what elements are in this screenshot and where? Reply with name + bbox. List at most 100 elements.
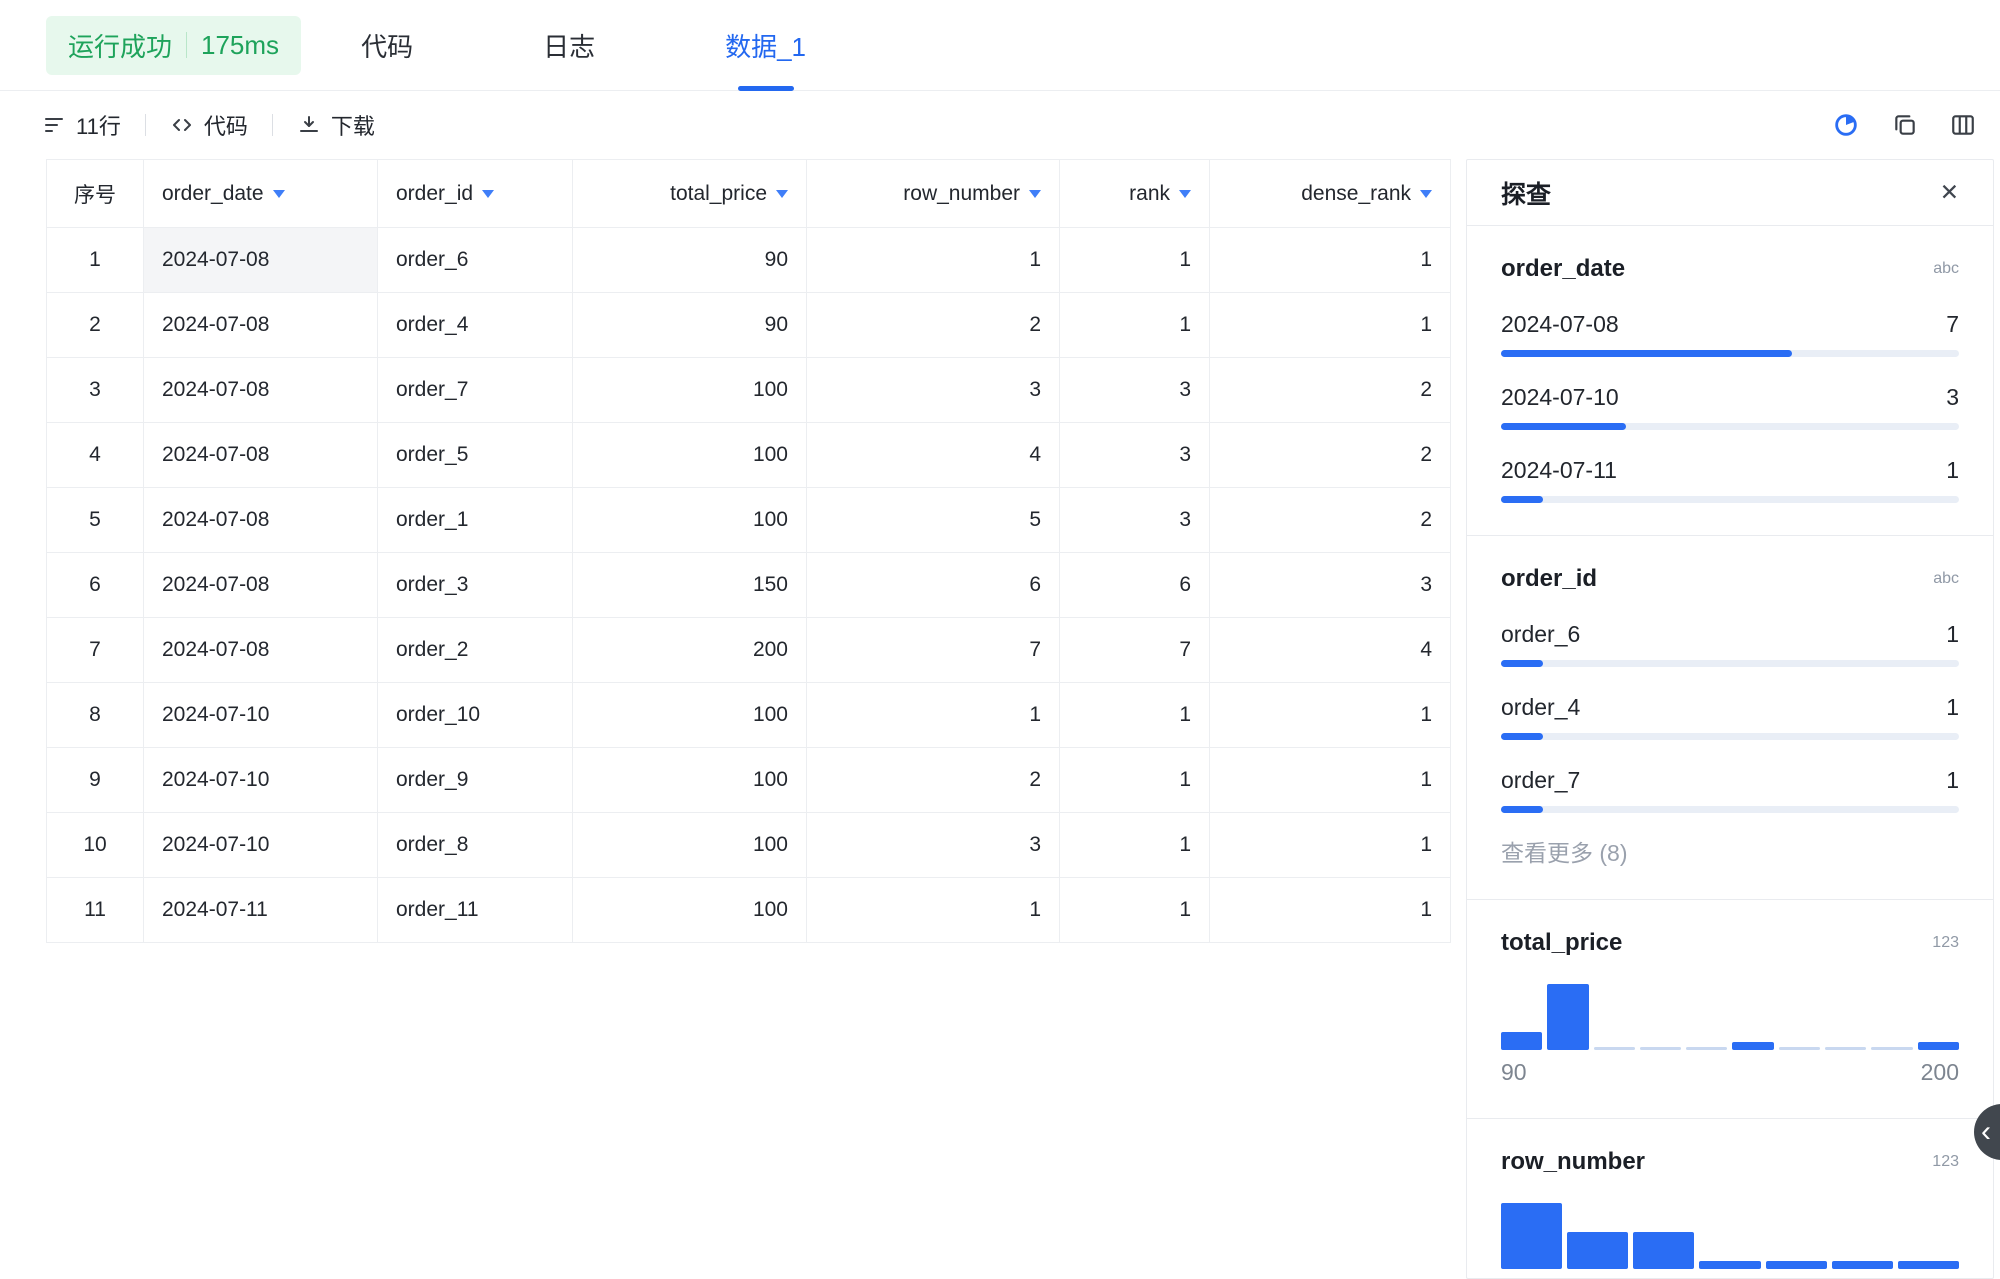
cell-total_price[interactable]: 100	[573, 748, 807, 813]
insight-chart-icon[interactable]	[1832, 111, 1860, 139]
cell-total_price[interactable]: 90	[573, 228, 807, 293]
cell-rank[interactable]: 1	[1060, 683, 1210, 748]
cell-row_number[interactable]: 1	[807, 228, 1060, 293]
cell-seq[interactable]: 8	[47, 683, 144, 748]
category-item[interactable]: order_61	[1501, 620, 1959, 667]
cell-rank[interactable]: 1	[1060, 813, 1210, 878]
cell-seq[interactable]: 2	[47, 293, 144, 358]
cell-dense_rank[interactable]: 1	[1210, 878, 1451, 943]
cell-seq[interactable]: 10	[47, 813, 144, 878]
cell-order_id[interactable]: order_9	[378, 748, 573, 813]
cell-order_id[interactable]: order_4	[378, 293, 573, 358]
cell-rank[interactable]: 1	[1060, 878, 1210, 943]
cell-order_id[interactable]: order_5	[378, 423, 573, 488]
cell-rank[interactable]: 6	[1060, 553, 1210, 618]
sort-caret-icon[interactable]	[1029, 190, 1041, 198]
close-icon[interactable]: ✕	[1940, 179, 1959, 206]
cell-order_id[interactable]: order_3	[378, 553, 573, 618]
cell-order_date[interactable]: 2024-07-08	[144, 488, 378, 553]
cell-order_date[interactable]: 2024-07-08	[144, 618, 378, 683]
download-button[interactable]: 下载	[297, 109, 375, 141]
cell-order_id[interactable]: order_8	[378, 813, 573, 878]
category-item[interactable]: 2024-07-103	[1501, 383, 1959, 430]
cell-order_id[interactable]: order_1	[378, 488, 573, 553]
cell-order_date[interactable]: 2024-07-10	[144, 748, 378, 813]
cell-order_date[interactable]: 2024-07-10	[144, 683, 378, 748]
cell-dense_rank[interactable]: 2	[1210, 488, 1451, 553]
sort-caret-icon[interactable]	[776, 190, 788, 198]
column-header-row_number[interactable]: row_number	[807, 160, 1060, 228]
cell-dense_rank[interactable]: 2	[1210, 423, 1451, 488]
cell-order_date[interactable]: 2024-07-08	[144, 358, 378, 423]
cell-rank[interactable]: 3	[1060, 488, 1210, 553]
cell-dense_rank[interactable]: 2	[1210, 358, 1451, 423]
column-header-order_id[interactable]: order_id	[378, 160, 573, 228]
cell-seq[interactable]: 3	[47, 358, 144, 423]
cell-order_date[interactable]: 2024-07-10	[144, 813, 378, 878]
cell-order_date[interactable]: 2024-07-08	[144, 423, 378, 488]
cell-order_id[interactable]: order_10	[378, 683, 573, 748]
cell-total_price[interactable]: 100	[573, 423, 807, 488]
cell-seq[interactable]: 4	[47, 423, 144, 488]
sort-caret-icon[interactable]	[273, 190, 285, 198]
cell-dense_rank[interactable]: 1	[1210, 813, 1451, 878]
category-item[interactable]: 2024-07-111	[1501, 456, 1959, 503]
cell-total_price[interactable]: 100	[573, 813, 807, 878]
cell-total_price[interactable]: 100	[573, 683, 807, 748]
cell-seq[interactable]: 9	[47, 748, 144, 813]
cell-rank[interactable]: 3	[1060, 358, 1210, 423]
category-item[interactable]: order_41	[1501, 693, 1959, 740]
cell-order_id[interactable]: order_11	[378, 878, 573, 943]
code-button[interactable]: 代码	[170, 109, 248, 141]
cell-total_price[interactable]: 100	[573, 358, 807, 423]
cell-seq[interactable]: 11	[47, 878, 144, 943]
cell-total_price[interactable]: 100	[573, 488, 807, 553]
cell-row_number[interactable]: 7	[807, 618, 1060, 683]
columns-icon[interactable]	[1950, 112, 1976, 138]
cell-rank[interactable]: 1	[1060, 748, 1210, 813]
sort-caret-icon[interactable]	[482, 190, 494, 198]
cell-order_date[interactable]: 2024-07-11	[144, 878, 378, 943]
cell-dense_rank[interactable]: 1	[1210, 683, 1451, 748]
cell-seq[interactable]: 6	[47, 553, 144, 618]
cell-row_number[interactable]: 2	[807, 748, 1060, 813]
column-header-rank[interactable]: rank	[1060, 160, 1210, 228]
column-header-total_price[interactable]: total_price	[573, 160, 807, 228]
column-header-dense_rank[interactable]: dense_rank	[1210, 160, 1451, 228]
cell-seq[interactable]: 1	[47, 228, 144, 293]
cell-dense_rank[interactable]: 1	[1210, 293, 1451, 358]
cell-order_date[interactable]: 2024-07-08	[144, 553, 378, 618]
cell-seq[interactable]: 5	[47, 488, 144, 553]
cell-row_number[interactable]: 6	[807, 553, 1060, 618]
cell-row_number[interactable]: 2	[807, 293, 1060, 358]
cell-rank[interactable]: 7	[1060, 618, 1210, 683]
sort-caret-icon[interactable]	[1420, 190, 1432, 198]
cell-order_id[interactable]: order_2	[378, 618, 573, 683]
cell-rank[interactable]: 1	[1060, 293, 1210, 358]
tab-logs[interactable]: 日志	[543, 0, 595, 90]
cell-dense_rank[interactable]: 1	[1210, 228, 1451, 293]
cell-row_number[interactable]: 4	[807, 423, 1060, 488]
cell-total_price[interactable]: 150	[573, 553, 807, 618]
cell-rank[interactable]: 3	[1060, 423, 1210, 488]
cell-row_number[interactable]: 5	[807, 488, 1060, 553]
cell-row_number[interactable]: 1	[807, 878, 1060, 943]
sort-caret-icon[interactable]	[1179, 190, 1191, 198]
cell-total_price[interactable]: 200	[573, 618, 807, 683]
cell-total_price[interactable]: 90	[573, 293, 807, 358]
tab-code[interactable]: 代码	[361, 0, 413, 90]
cell-dense_rank[interactable]: 4	[1210, 618, 1451, 683]
cell-total_price[interactable]: 100	[573, 878, 807, 943]
cell-row_number[interactable]: 1	[807, 683, 1060, 748]
cell-dense_rank[interactable]: 1	[1210, 748, 1451, 813]
category-item[interactable]: 2024-07-087	[1501, 310, 1959, 357]
cell-rank[interactable]: 1	[1060, 228, 1210, 293]
cell-row_number[interactable]: 3	[807, 358, 1060, 423]
cell-order_id[interactable]: order_7	[378, 358, 573, 423]
category-item[interactable]: order_71	[1501, 766, 1959, 813]
cell-dense_rank[interactable]: 3	[1210, 553, 1451, 618]
view-more-link[interactable]: 查看更多 (8)	[1501, 839, 1959, 867]
column-header-order_date[interactable]: order_date	[144, 160, 378, 228]
cell-order_id[interactable]: order_6	[378, 228, 573, 293]
tab-data-1[interactable]: 数据_1	[725, 0, 806, 90]
